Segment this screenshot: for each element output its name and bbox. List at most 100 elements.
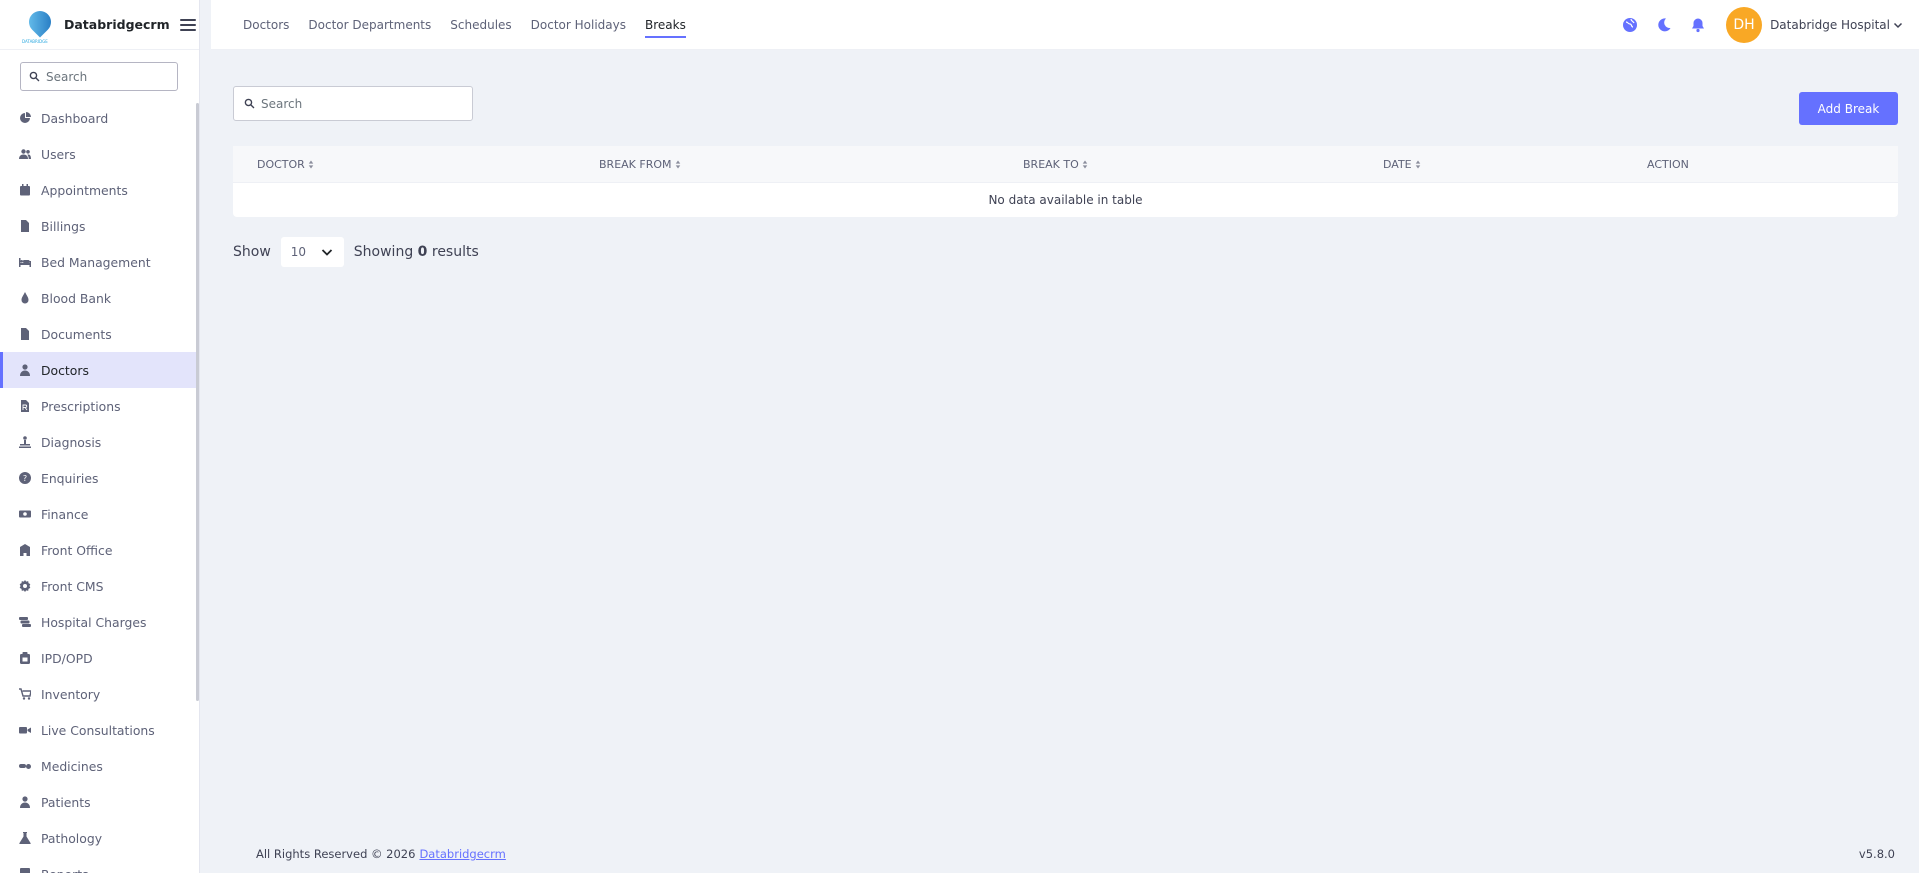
- column-header-doctor[interactable]: DOCTOR: [257, 158, 314, 171]
- table-header: DOCTOR BREAK FROM BREAK TO DATE ACTION: [233, 146, 1898, 183]
- sidebar-item-diagnosis[interactable]: Diagnosis: [0, 424, 199, 460]
- chevron-down-icon: [321, 249, 332, 256]
- sidebar-item-label: Inventory: [41, 686, 101, 702]
- sidebar-item-hospital-charges[interactable]: Hospital Charges: [0, 604, 199, 640]
- money-icon: [18, 507, 32, 521]
- clipboard-icon: [18, 651, 32, 665]
- sidebar-item-label: Live Consultations: [41, 722, 155, 738]
- sidebar-item-prescriptions[interactable]: Prescriptions: [0, 388, 199, 424]
- svg-text:?: ?: [23, 474, 27, 483]
- sidebar-item-label: IPD/OPD: [41, 650, 93, 666]
- sidebar-item-label: Billings: [41, 218, 86, 234]
- column-header-action: ACTION: [1647, 158, 1689, 171]
- file-invoice-icon: [18, 219, 32, 233]
- table-search-input[interactable]: [261, 96, 461, 111]
- sidebar-item-billings[interactable]: Billings: [0, 208, 199, 244]
- sidebar-item-bed-management[interactable]: Bed Management: [0, 244, 199, 280]
- sidebar-item-label: Prescriptions: [41, 398, 121, 414]
- breaks-table: DOCTOR BREAK FROM BREAK TO DATE ACTION No da…: [233, 146, 1898, 217]
- sidebar-menu: Dashboard Users Appointments Billings Bed Ma…: [0, 100, 199, 873]
- show-label: Show: [233, 244, 271, 260]
- column-header-date[interactable]: DATE: [1383, 158, 1421, 171]
- pagination: Show 10 Showing 0 results: [233, 237, 1898, 267]
- sidebar-item-documents[interactable]: Documents: [0, 316, 199, 352]
- column-header-label: ACTION: [1647, 157, 1689, 171]
- user-menu[interactable]: Databridge Hospital: [1770, 18, 1903, 32]
- brand: DATABRIDGE Databridgecrm: [0, 0, 199, 50]
- sidebar-item-label: Finance: [41, 506, 89, 522]
- video-icon: [18, 723, 32, 737]
- results-summary: Showing 0 results: [354, 244, 479, 260]
- bell-icon[interactable]: [1690, 17, 1706, 33]
- globe-icon[interactable]: [1622, 17, 1638, 33]
- sidebar-item-finance[interactable]: Finance: [0, 496, 199, 532]
- bed-icon: [18, 255, 32, 269]
- sort-icon: [1415, 159, 1420, 169]
- tab-breaks[interactable]: Breaks: [645, 0, 686, 50]
- doctor-icon: [18, 363, 32, 377]
- calendar-icon: [18, 183, 32, 197]
- main-content: Add Break DOCTOR BREAK FROM BREAK TO DATE AC…: [233, 86, 1898, 267]
- sidebar-search-input[interactable]: [46, 69, 166, 84]
- column-header-break-from[interactable]: BREAK FROM: [599, 158, 681, 171]
- sidebar-item-enquiries[interactable]: ? Enquiries: [0, 460, 199, 496]
- empty-table-message: No data available in table: [988, 193, 1143, 207]
- avatar[interactable]: DH: [1726, 6, 1763, 43]
- showing-prefix: Showing: [353, 244, 414, 260]
- brand-logo[interactable]: DATABRIDGE: [20, 5, 58, 44]
- building-icon: [18, 543, 32, 557]
- logo-tagline: DATABRIDGE: [22, 38, 48, 44]
- blood-drop-icon: [18, 291, 32, 305]
- sidebar-item-inventory[interactable]: Inventory: [0, 676, 199, 712]
- sidebar: DATABRIDGE Databridgecrm Dashboard Users A…: [0, 0, 200, 873]
- gear-icon: [18, 579, 32, 593]
- column-header-label: BREAK TO: [1023, 157, 1079, 171]
- sidebar-search: [20, 62, 178, 91]
- top-tabs: Doctors Doctor Departments Schedules Doctor…: [243, 0, 686, 50]
- sidebar-item-patients[interactable]: Patients: [0, 784, 199, 820]
- topbar: Doctors Doctor Departments Schedules Doctor…: [211, 0, 1919, 50]
- sidebar-item-label: Users: [41, 146, 76, 162]
- sort-icon: [1082, 159, 1088, 169]
- sidebar-item-label: Pathology: [41, 830, 103, 846]
- column-header-label: DOCTOR: [257, 157, 305, 171]
- chevron-down-icon: [1893, 22, 1903, 28]
- tab-schedules[interactable]: Schedules: [450, 0, 511, 50]
- sidebar-item-front-office[interactable]: Front Office: [0, 532, 199, 568]
- sidebar-item-pathology[interactable]: Pathology: [0, 820, 199, 856]
- sidebar-item-blood-bank[interactable]: Blood Bank: [0, 280, 199, 316]
- moon-icon[interactable]: [1656, 17, 1672, 33]
- search-icon: [244, 98, 255, 109]
- footer-link[interactable]: Databridgecrm: [419, 847, 505, 861]
- sidebar-item-users[interactable]: Users: [0, 136, 199, 172]
- sidebar-item-front-cms[interactable]: Front CMS: [0, 568, 199, 604]
- sidebar-item-reports[interactable]: Reports: [0, 856, 199, 873]
- column-header-label: BREAK FROM: [599, 157, 672, 171]
- app-version: v5.8.0: [1858, 847, 1895, 861]
- tab-doctor-departments[interactable]: Doctor Departments: [308, 0, 431, 50]
- pills-icon: [18, 759, 32, 773]
- tab-doctor-holidays[interactable]: Doctor Holidays: [531, 0, 626, 50]
- sidebar-item-dashboard[interactable]: Dashboard: [0, 100, 199, 136]
- sidebar-item-label: Hospital Charges: [41, 614, 147, 630]
- question-circle-icon: ?: [18, 471, 32, 485]
- footer: All Rights Reserved © 2026 Databridgecrm …: [256, 847, 1895, 861]
- tab-doctors[interactable]: Doctors: [243, 0, 289, 50]
- sidebar-item-label: Patients: [41, 794, 91, 810]
- sidebar-item-medicines[interactable]: Medicines: [0, 748, 199, 784]
- sidebar-item-appointments[interactable]: Appointments: [0, 172, 199, 208]
- sidebar-item-live-consultations[interactable]: Live Consultations: [0, 712, 199, 748]
- add-break-button[interactable]: Add Break: [1799, 92, 1898, 125]
- flask-icon: [18, 831, 32, 845]
- users-icon: [18, 147, 32, 161]
- sidebar-item-label: Doctors: [41, 362, 89, 378]
- coins-icon: [18, 615, 32, 629]
- sidebar-item-label: Front Office: [41, 542, 113, 558]
- sidebar-item-ipd-opd[interactable]: IPD/OPD: [0, 640, 199, 676]
- per-page-select[interactable]: 10: [280, 237, 344, 267]
- sidebar-item-doctors[interactable]: Doctors: [0, 352, 199, 388]
- footer-copyright: All Rights Reserved © 2026: [256, 847, 416, 861]
- menu-toggle-icon[interactable]: [179, 18, 196, 31]
- column-header-break-to[interactable]: BREAK TO: [1023, 158, 1088, 171]
- sidebar-scrollbar[interactable]: [196, 103, 199, 701]
